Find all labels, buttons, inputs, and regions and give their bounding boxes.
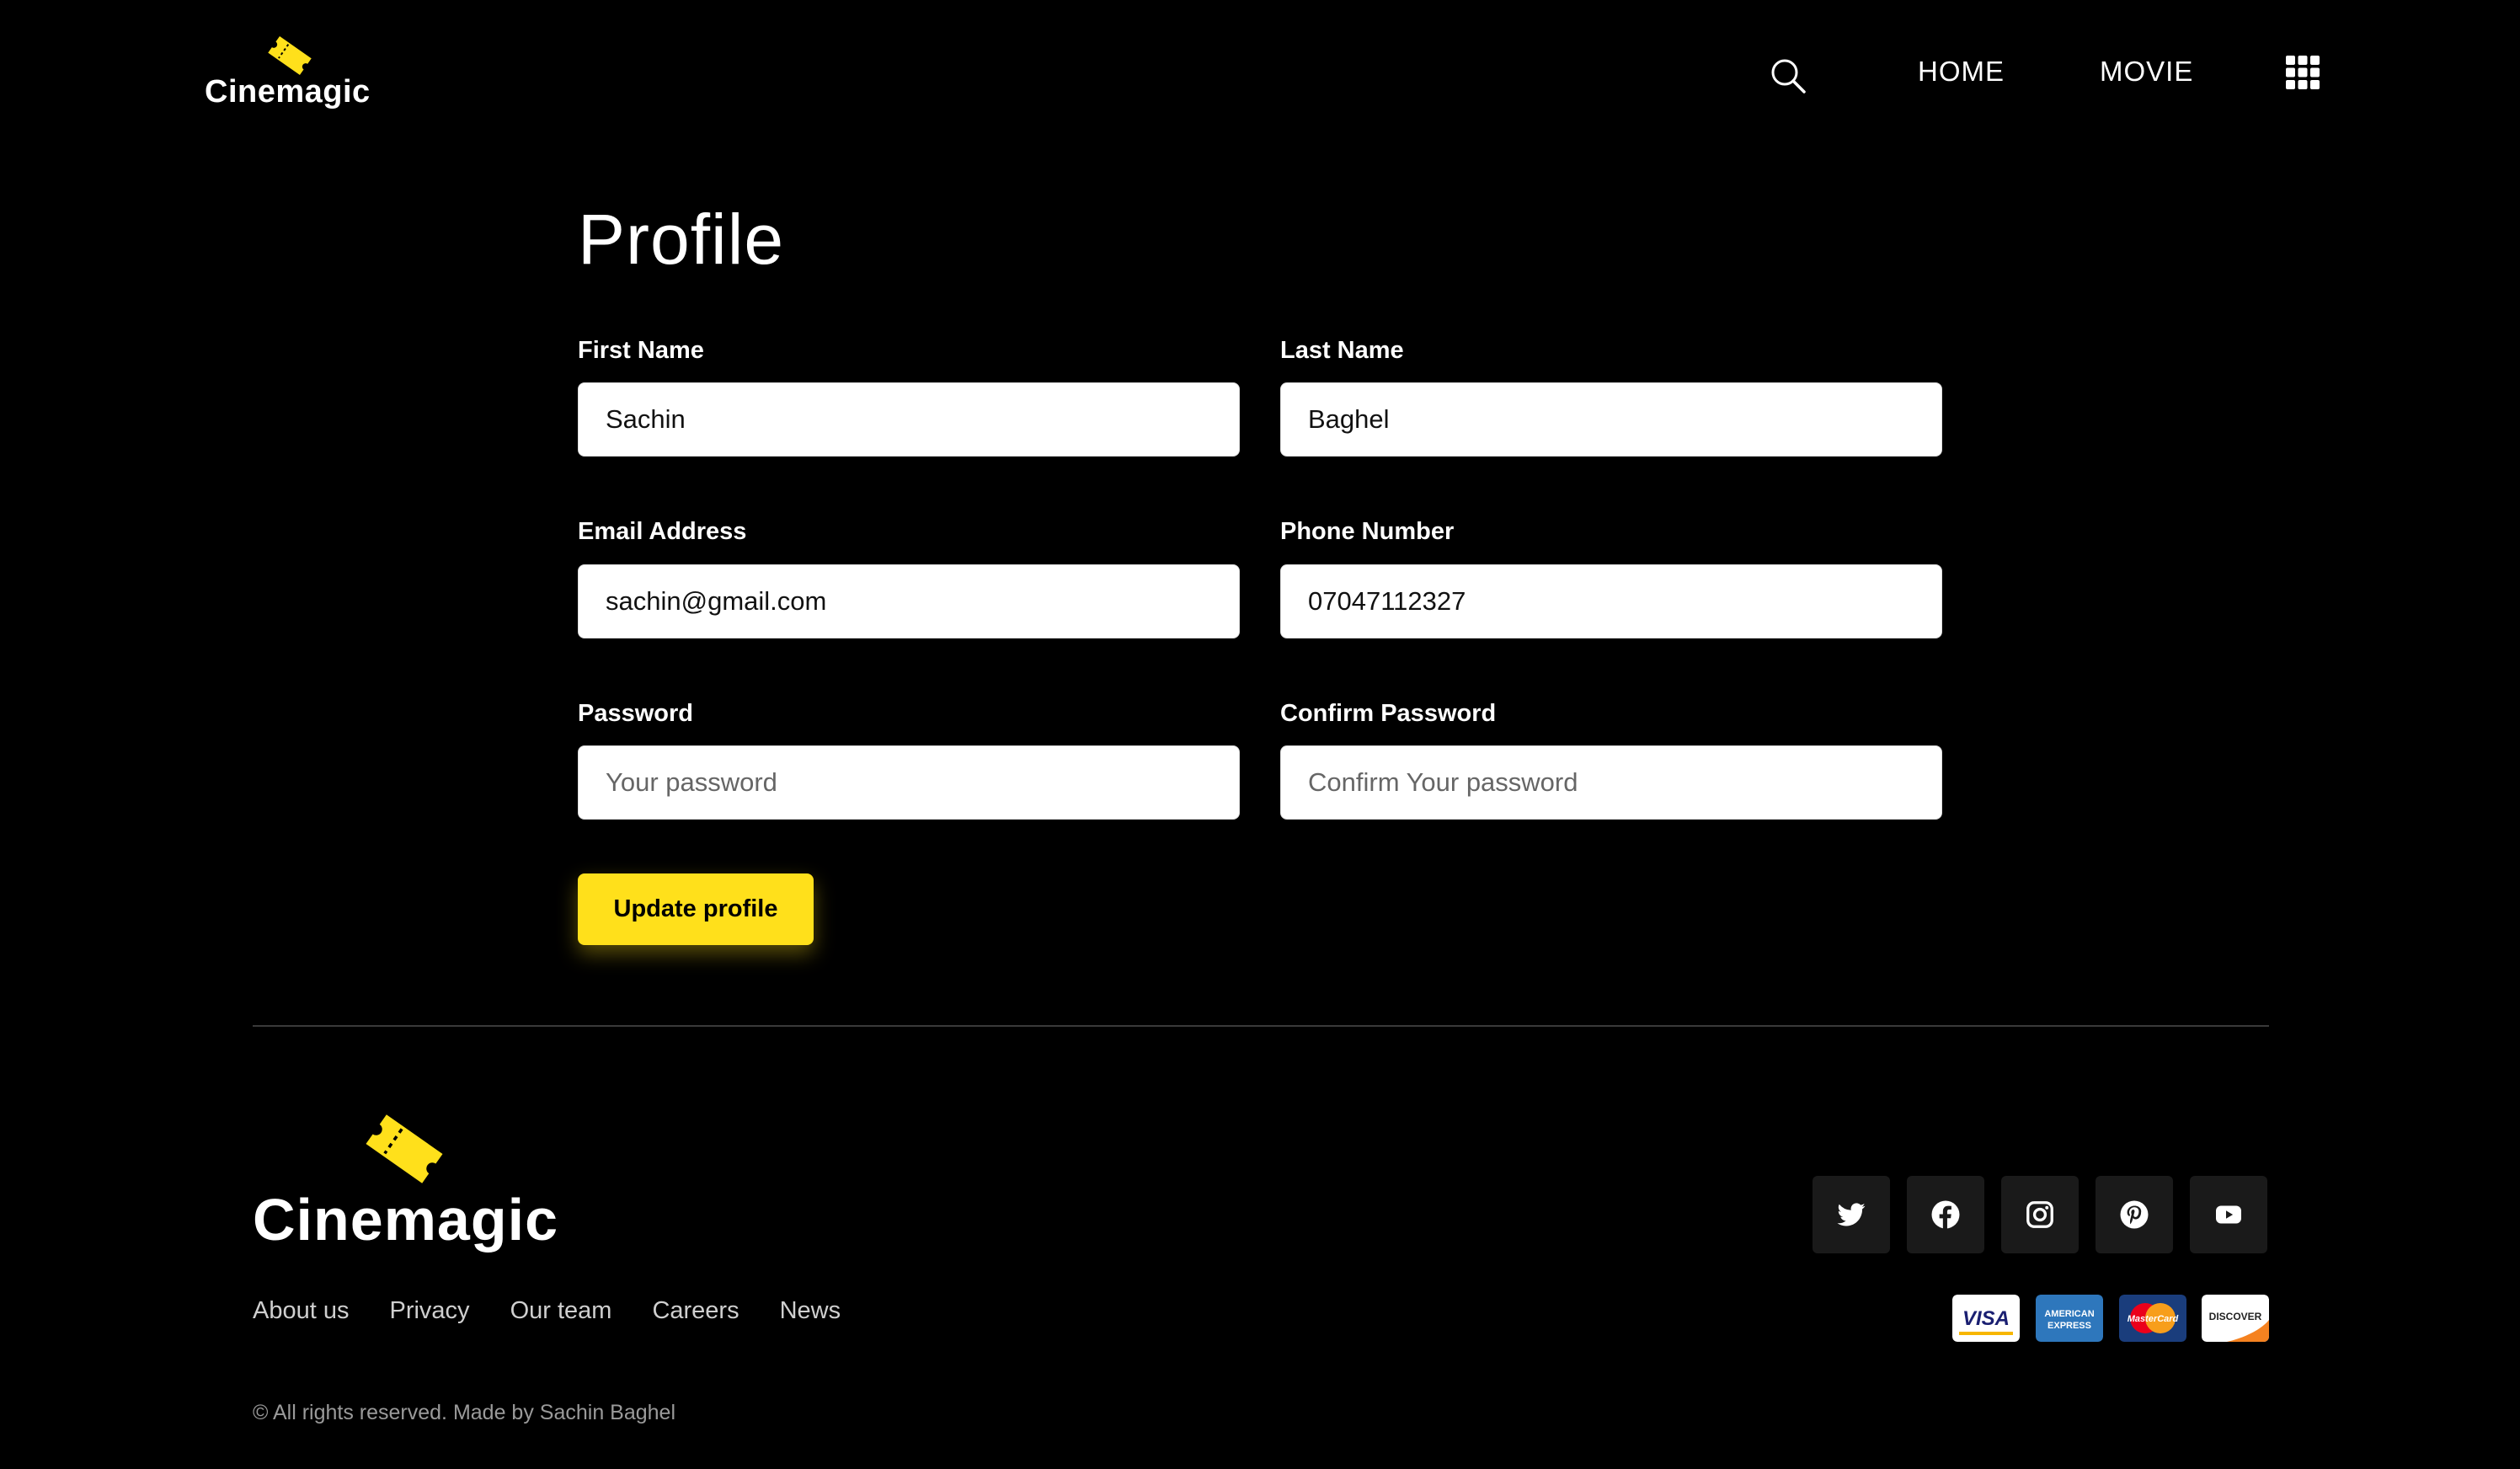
nav-home-link[interactable]: HOME [1918,56,2005,88]
phone-label: Phone Number [1280,518,1455,545]
pinterest-icon [2120,1200,2149,1229]
mastercard-card-logo: MasterCard [2119,1295,2186,1342]
footer-divider [253,1025,2269,1027]
pinterest-button[interactable] [2096,1176,2173,1253]
email-label: Email Address [578,518,747,545]
first-name-field[interactable] [578,382,1240,457]
footer-link-news[interactable]: News [780,1297,841,1325]
amex-card-logo: AMERICAN EXPRESS [2036,1295,2103,1342]
amex-text-line2: EXPRESS [2048,1321,2091,1331]
twitter-button[interactable] [1813,1176,1890,1253]
instagram-button[interactable] [2001,1176,2079,1253]
discover-text: DISCOVER [2209,1311,2262,1322]
brand-name: Cinemagic [205,74,371,110]
facebook-icon [1931,1200,1960,1229]
last-name-label: Last Name [1280,337,1404,364]
mastercard-text: MasterCard [2128,1314,2179,1324]
twitter-icon [1837,1203,1866,1226]
page-title: Profile [578,200,785,279]
youtube-button[interactable] [2190,1176,2267,1253]
nav-movie-link[interactable]: MOVIE [2100,56,2193,88]
confirm-password-field[interactable] [1280,745,1942,820]
footer-link-team[interactable]: Our team [510,1297,612,1325]
footer-links: About us Privacy Our team Careers News [253,1297,841,1325]
update-profile-button[interactable]: Update profile [578,873,814,945]
copyright-text: © All rights reserved. Made by Sachin Ba… [253,1401,676,1424]
grid-icon[interactable] [2286,56,2320,89]
facebook-button[interactable] [1907,1176,1984,1253]
email-field[interactable] [578,564,1240,638]
visa-text: VISA [1962,1307,2010,1330]
search-icon[interactable] [1769,56,1807,95]
brand-logo[interactable]: Cinemagic [205,34,376,115]
ticket-icon [366,1114,443,1183]
footer-link-careers[interactable]: Careers [652,1297,739,1325]
confirm-password-label: Confirm Password [1280,700,1497,727]
footer-link-privacy[interactable]: Privacy [389,1297,469,1325]
password-label: Password [578,700,693,727]
footer-brand-logo[interactable]: Cinemagic [253,1110,573,1253]
first-name-label: First Name [578,337,704,364]
password-field[interactable] [578,745,1240,820]
discover-card-logo: DISCOVER [2202,1295,2269,1342]
phone-field[interactable] [1280,564,1942,638]
instagram-icon [2026,1201,2053,1228]
youtube-icon [2216,1205,2241,1224]
amex-text-line1: AMERICAN [2044,1309,2094,1319]
footer-link-about[interactable]: About us [253,1297,349,1325]
last-name-field[interactable] [1280,382,1942,457]
ticket-icon [268,35,312,76]
footer-brand-name: Cinemagic [253,1187,558,1253]
visa-card-logo: VISA [1952,1295,2020,1342]
